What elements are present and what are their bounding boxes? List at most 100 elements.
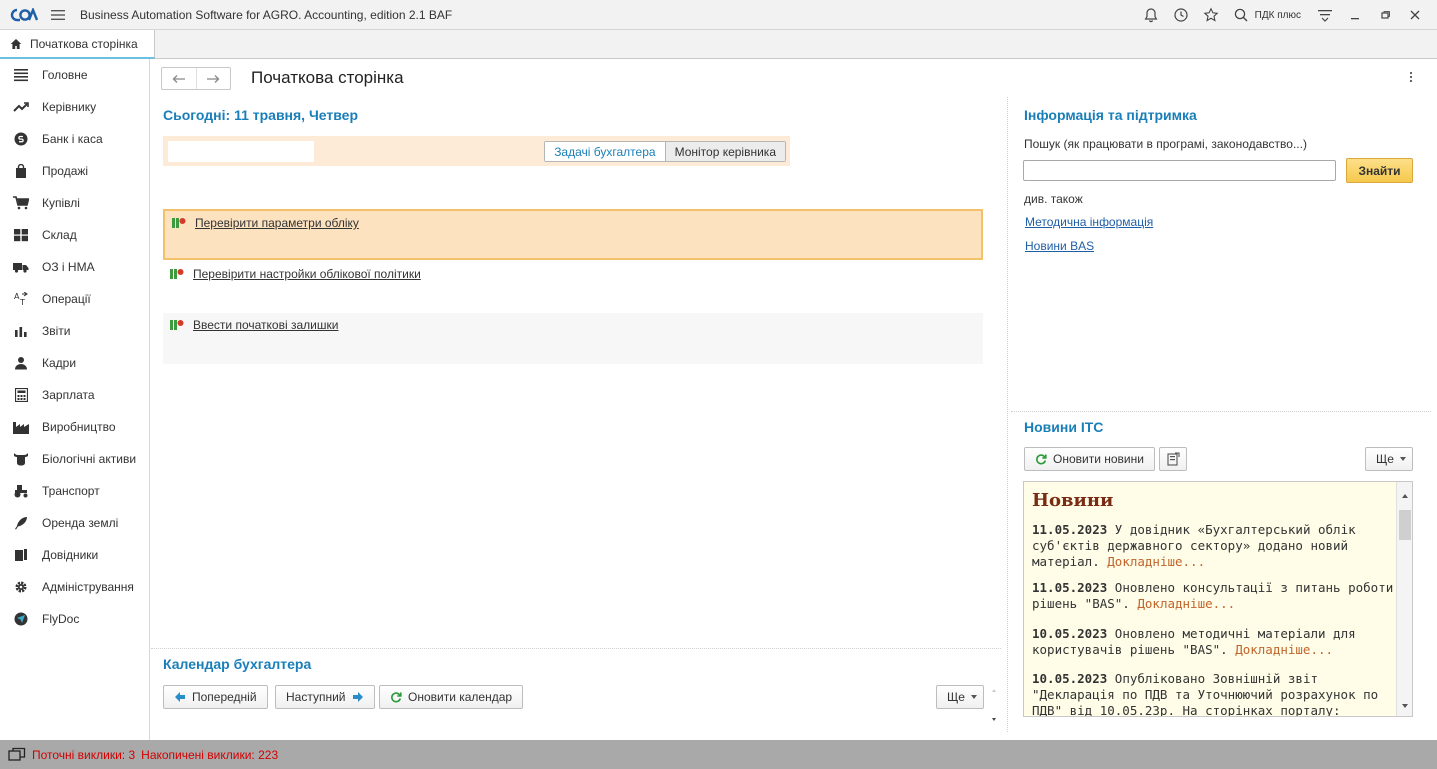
sidebar-item-production[interactable]: Виробництво xyxy=(0,411,149,443)
news-more-link[interactable]: Докладніше... xyxy=(1235,642,1333,657)
sidebar-item-label: Біологічні активи xyxy=(42,452,137,466)
tab-home-page[interactable]: Початкова сторінка xyxy=(0,30,155,59)
sidebar-item-bio-assets[interactable]: Біологічні активи xyxy=(0,443,149,475)
task-filter-bar: Задачі бухгалтера Монітор керівника xyxy=(163,136,790,166)
sidebar-item-salary[interactable]: Зарплата xyxy=(0,379,149,411)
tab-label: Початкова сторінка xyxy=(30,36,138,51)
sidebar-item-sales[interactable]: Продажі xyxy=(0,155,149,187)
bas-news-link[interactable]: Новини BAS xyxy=(1025,239,1094,253)
task-item[interactable]: Ввести початкові залишки xyxy=(163,313,983,364)
page-title: Початкова сторінка xyxy=(251,68,404,87)
sidebar-item-label: Оренда землі xyxy=(42,516,119,530)
notifications-bell-icon[interactable] xyxy=(1139,3,1163,27)
flydoc-icon xyxy=(13,611,29,627)
previous-button[interactable]: Попередній xyxy=(163,685,268,709)
forward-arrow-icon[interactable] xyxy=(195,68,231,89)
back-arrow-icon[interactable] xyxy=(162,68,196,89)
today-heading: Сьогодні: 11 травня, Четвер xyxy=(163,107,359,123)
methodical-info-link[interactable]: Методична інформація xyxy=(1025,215,1153,229)
sidebar-item-fixed-assets[interactable]: ОЗ і НМА xyxy=(0,251,149,283)
find-button[interactable]: Знайти xyxy=(1346,158,1413,183)
task-link[interactable]: Перевірити параметри обліку xyxy=(195,216,359,230)
sidebar-item-land-lease[interactable]: Оренда землі xyxy=(0,507,149,539)
favorites-star-icon[interactable] xyxy=(1199,3,1223,27)
calculator-icon xyxy=(13,387,29,403)
main-menu-icon[interactable] xyxy=(50,8,66,22)
status-bar: Поточні виклики: 3 Накопичені виклики: 2… xyxy=(0,740,1437,769)
feather-icon xyxy=(13,515,29,531)
news-feed[interactable]: Новини 11.05.2023 У довідник «Бухгалтерс… xyxy=(1023,481,1413,717)
task-item[interactable]: Перевірити параметри обліку xyxy=(163,209,983,260)
refresh-news-button[interactable]: Оновити новини xyxy=(1024,447,1155,471)
news-date: 10.05.2023 xyxy=(1032,626,1108,641)
tab-accountant-tasks[interactable]: Задачі бухгалтера xyxy=(545,142,665,161)
restore-icon[interactable] xyxy=(1373,3,1397,27)
bar-chart-icon xyxy=(13,323,29,339)
sidebar-item-flydoc[interactable]: FlyDoc xyxy=(0,603,149,635)
task-filter-input[interactable] xyxy=(168,141,314,162)
settings-menu-icon[interactable] xyxy=(1313,3,1337,27)
more-options-icon[interactable] xyxy=(1409,71,1413,83)
search-hint: Пошук (як працювати в програмі, законода… xyxy=(1024,137,1307,151)
news-more-link[interactable]: Докладніше... xyxy=(1137,596,1235,611)
news-scrollbar[interactable] xyxy=(1396,482,1412,716)
accumulated-calls: Накопичені виклики: 223 xyxy=(141,747,279,762)
coin-icon xyxy=(13,131,29,147)
news-more-label: Ще xyxy=(1376,452,1394,466)
sidebar-item-reports[interactable]: Звіти xyxy=(0,315,149,347)
calendar-more-button[interactable]: Ще xyxy=(936,685,984,709)
sidebar-item-bank[interactable]: Банк і каса xyxy=(0,123,149,155)
news-feed-heading: Новини xyxy=(1032,490,1114,511)
sidebar-item-administration[interactable]: Адміністрування xyxy=(0,571,149,603)
sidebar-item-warehouse[interactable]: Склад xyxy=(0,219,149,251)
info-heading: Інформація та підтримка xyxy=(1024,107,1197,123)
sidebar-item-label: Довідники xyxy=(42,548,99,562)
cow-icon xyxy=(13,451,29,467)
news-itc-heading: Новини ІТС xyxy=(1024,419,1104,435)
next-button[interactable]: Наступний xyxy=(275,685,375,709)
news-item: 10.05.2023 Опубліковано Зовнішній звіт "… xyxy=(1032,671,1394,716)
books-icon xyxy=(13,547,29,563)
previous-label: Попередній xyxy=(192,690,257,704)
search-icon[interactable] xyxy=(1229,3,1253,27)
news-item: 11.05.2023 Оновлено консультації з питан… xyxy=(1032,580,1394,612)
minimize-icon[interactable] xyxy=(1343,3,1367,27)
calendar-scroll-icon[interactable] xyxy=(991,687,997,723)
calendar-more-label: Ще xyxy=(947,690,965,704)
task-item[interactable]: Перевірити настройки облікової політики xyxy=(163,262,983,313)
sidebar-item-manager[interactable]: Керівнику xyxy=(0,91,149,123)
sidebar-item-transport[interactable]: Транспорт xyxy=(0,475,149,507)
news-settings-button[interactable] xyxy=(1159,447,1187,471)
sidebar-item-catalogs[interactable]: Довідники xyxy=(0,539,149,571)
news-more-link[interactable]: Докладніше... xyxy=(1107,554,1205,569)
current-calls: Поточні виклики: 3 xyxy=(32,747,136,762)
next-label: Наступний xyxy=(286,690,346,704)
task-link[interactable]: Перевірити настройки облікової політики xyxy=(193,267,421,281)
refresh-calendar-button[interactable]: Оновити календар xyxy=(379,685,524,709)
close-icon[interactable] xyxy=(1403,3,1427,27)
home-icon xyxy=(10,38,22,49)
chevron-down-icon xyxy=(1399,457,1406,461)
sidebar-item-label: Адміністрування xyxy=(42,580,134,594)
news-scroll-thumb[interactable] xyxy=(1399,510,1411,540)
navigation-buttons xyxy=(161,67,231,90)
current-user[interactable]: ПДК плюс xyxy=(1255,10,1301,21)
sidebar-item-purchases[interactable]: Купівлі xyxy=(0,187,149,219)
scroll-down-icon[interactable] xyxy=(1402,704,1408,708)
info-search-input[interactable] xyxy=(1023,160,1336,181)
sidebar-item-hr[interactable]: Кадри xyxy=(0,347,149,379)
windows-icon[interactable] xyxy=(8,747,26,763)
scroll-up-icon[interactable] xyxy=(1402,494,1408,498)
task-link[interactable]: Ввести початкові залишки xyxy=(193,318,338,332)
previous-arrow-icon xyxy=(175,692,185,702)
person-icon xyxy=(13,355,29,371)
refresh-calendar-label: Оновити календар xyxy=(408,690,513,704)
news-more-button[interactable]: Ще xyxy=(1365,447,1413,471)
sidebar-item-main[interactable]: Головне xyxy=(0,59,149,91)
tab-manager-monitor[interactable]: Монітор керівника xyxy=(664,142,785,161)
sidebar-item-operations[interactable]: AT Операції xyxy=(0,283,149,315)
sidebar-item-label: Склад xyxy=(42,228,77,242)
menu-lines-icon xyxy=(13,67,29,83)
history-icon[interactable] xyxy=(1169,3,1193,27)
trend-icon xyxy=(13,99,29,115)
